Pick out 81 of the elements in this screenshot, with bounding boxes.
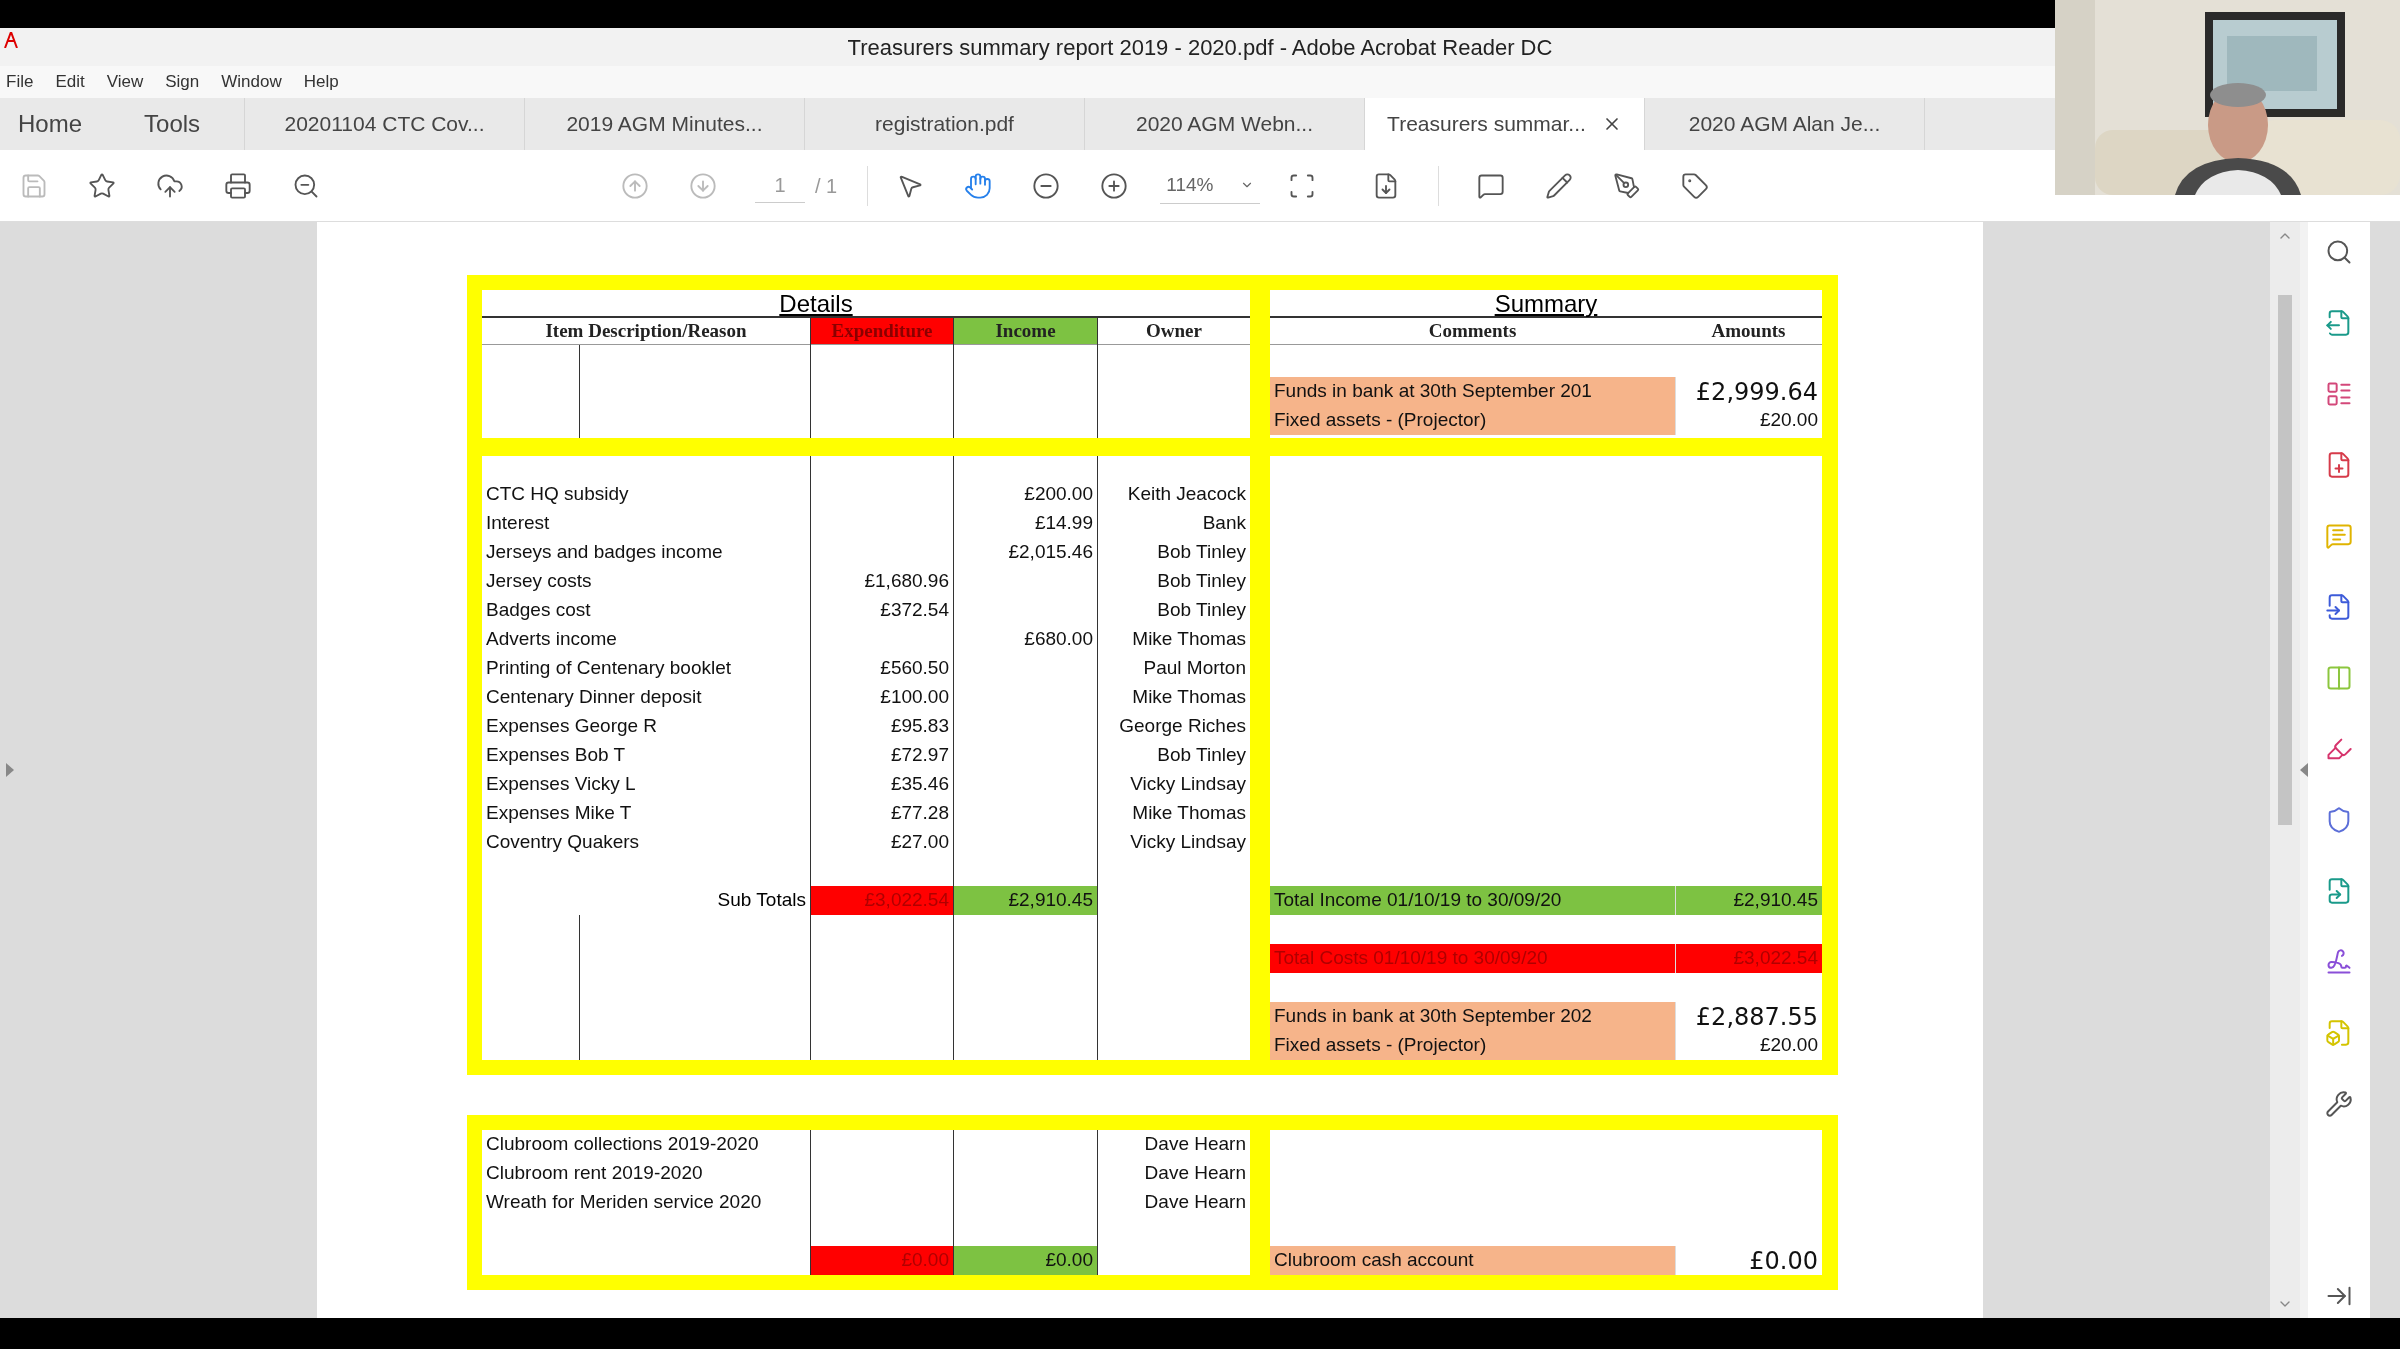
owner-name: Paul Morton bbox=[1143, 656, 1246, 681]
summary-comment: Fixed assets - (Projector) bbox=[1270, 1031, 1675, 1060]
column-header: Income bbox=[954, 318, 1097, 345]
menu-item[interactable]: Help bbox=[303, 69, 339, 95]
summary-comment: Total Costs 01/10/19 to 30/09/20 bbox=[1270, 944, 1675, 973]
owner-name: Vicky Lindsay bbox=[1130, 830, 1246, 855]
owner-name: George Riches bbox=[1119, 714, 1246, 739]
amount-cell-text: £680.00 bbox=[1024, 627, 1093, 652]
owner-name: Mike Thomas bbox=[1132, 685, 1246, 710]
collapse-arrow-icon[interactable] bbox=[2300, 763, 2308, 777]
amount-cell-text: £35.46 bbox=[890, 772, 949, 797]
subtotal-cell: £3,022.54 bbox=[811, 886, 953, 915]
item-description: Centenary Dinner deposit bbox=[486, 685, 702, 710]
column-header: Amounts bbox=[1710, 318, 1787, 343]
owner-name: Mike Thomas bbox=[1132, 627, 1246, 652]
nav-link[interactable]: Tools bbox=[144, 106, 201, 142]
summary-comment: Clubroom cash account bbox=[1270, 1246, 1675, 1275]
scrollbar-thumb[interactable] bbox=[2278, 295, 2292, 825]
subtotal-cell: £0.00 bbox=[811, 1246, 953, 1275]
item-description: Expenses Bob T bbox=[486, 743, 626, 768]
summary-comment: Funds in bank at 30th September 201 bbox=[1270, 377, 1675, 406]
item-description: Adverts income bbox=[486, 627, 617, 652]
owner-name: Mike Thomas bbox=[1132, 801, 1246, 826]
window-title: Treasurers summary report 2019 - 2020.pdf - Adobe Acrobat Reader DC bbox=[847, 33, 1553, 62]
document-tab[interactable]: Treasurers summar... bbox=[1365, 98, 1645, 150]
item-description: CTC HQ subsidy bbox=[486, 482, 629, 507]
item-description: Jerseys and badges income bbox=[486, 540, 723, 565]
owner-name: Vicky Lindsay bbox=[1130, 772, 1246, 797]
menu-item[interactable]: Window bbox=[221, 69, 282, 95]
summary-amount: £2,910.45 bbox=[1675, 886, 1822, 915]
summary-amount: £3,022.54 bbox=[1675, 944, 1822, 973]
collapse-arrow-icon[interactable] bbox=[6, 763, 14, 777]
item-description: Expenses Vicky L bbox=[486, 772, 636, 797]
summary-comment: Fixed assets - (Projector) bbox=[1270, 406, 1675, 435]
nav-link[interactable]: Home bbox=[18, 106, 83, 142]
item-description: Expenses George R bbox=[486, 714, 658, 739]
menu-item[interactable]: Sign bbox=[165, 69, 200, 95]
subtotal-label: Sub Totals bbox=[717, 888, 806, 913]
item-description: Jersey costs bbox=[486, 569, 592, 594]
summary-comment: Funds in bank at 30th September 202 bbox=[1270, 1002, 1675, 1031]
owner-name: Bob Tinley bbox=[1157, 540, 1246, 565]
amount-cell-text: £200.00 bbox=[1024, 482, 1093, 507]
amount-cell-text: £372.54 bbox=[880, 598, 949, 623]
item-description: Clubroom rent 2019-2020 bbox=[486, 1161, 703, 1186]
item-description: Expenses Mike T bbox=[486, 801, 632, 826]
subtotal-cell: £2,910.45 bbox=[954, 886, 1097, 915]
item-description: Wreath for Meriden service 2020 bbox=[486, 1190, 762, 1215]
item-description: Coventry Quakers bbox=[486, 830, 640, 855]
amount-cell-text: £14.99 bbox=[1034, 511, 1093, 536]
owner-name: Dave Hearn bbox=[1144, 1161, 1246, 1186]
owner-name: Bob Tinley bbox=[1157, 598, 1246, 623]
owner-name: Dave Hearn bbox=[1144, 1132, 1246, 1157]
menu-item[interactable]: File bbox=[6, 69, 34, 95]
item-description: Clubroom collections 2019-2020 bbox=[486, 1132, 759, 1157]
owner-name: Bob Tinley bbox=[1157, 569, 1246, 594]
zoom-dropdown[interactable]: 114% bbox=[1160, 167, 1261, 204]
subtotal-cell: £0.00 bbox=[954, 1246, 1097, 1275]
amount-cell-text: £95.83 bbox=[890, 714, 949, 739]
menu-item[interactable]: Edit bbox=[55, 69, 85, 95]
amount-cell-text: £27.00 bbox=[890, 830, 949, 855]
item-description: Badges cost bbox=[486, 598, 591, 623]
owner-name: Dave Hearn bbox=[1144, 1190, 1246, 1215]
owner-name: Keith Jeacock bbox=[1127, 482, 1246, 507]
summary-comment: Total Income 01/10/19 to 30/09/20 bbox=[1270, 886, 1675, 915]
item-description: Interest bbox=[486, 511, 550, 536]
column-header: Comments bbox=[1427, 318, 1518, 343]
amount-cell-text: £77.28 bbox=[890, 801, 949, 826]
app-icon bbox=[4, 32, 18, 48]
section-title: Details bbox=[779, 290, 853, 316]
amount-cell-text: £100.00 bbox=[880, 685, 949, 710]
amount-cell-text: £560.50 bbox=[880, 656, 949, 681]
amount-cell-text: £2,015.46 bbox=[1008, 540, 1093, 565]
section-title: Summary bbox=[1494, 290, 1598, 316]
column-header: Expenditure bbox=[811, 318, 953, 345]
page-count: / 1 bbox=[815, 173, 838, 199]
amount-cell-text: £1,680.96 bbox=[864, 569, 949, 594]
amount-cell-text: £72.97 bbox=[890, 743, 949, 768]
owner-name: Bob Tinley bbox=[1157, 743, 1246, 768]
item-description: Printing of Centenary booklet bbox=[486, 656, 732, 681]
owner-name: Bank bbox=[1202, 511, 1246, 536]
menu-item[interactable]: View bbox=[106, 69, 144, 95]
